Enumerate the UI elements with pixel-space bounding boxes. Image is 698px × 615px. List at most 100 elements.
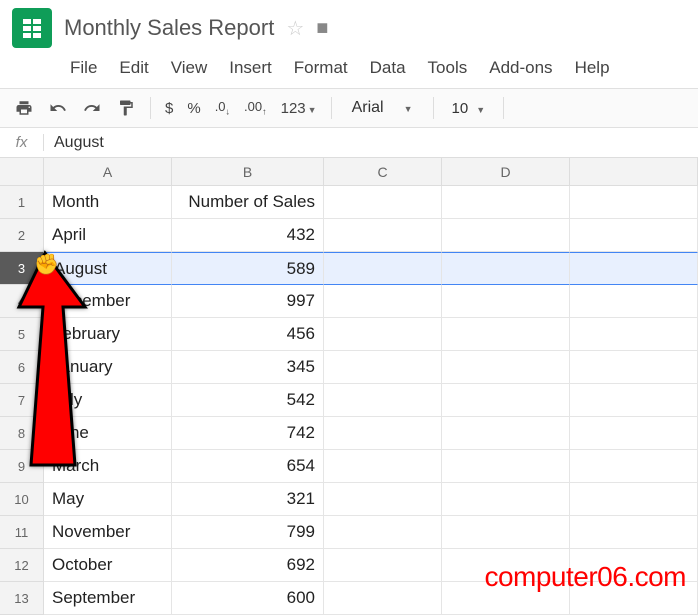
- cell[interactable]: November: [44, 516, 172, 549]
- cell[interactable]: [324, 417, 442, 450]
- cell[interactable]: [324, 582, 442, 615]
- cell[interactable]: [442, 186, 570, 219]
- cell[interactable]: [570, 252, 698, 285]
- star-icon[interactable]: ☆: [286, 16, 304, 41]
- cell[interactable]: 997: [172, 285, 324, 318]
- menu-file[interactable]: File: [70, 58, 97, 78]
- cell[interactable]: [324, 219, 442, 252]
- cell[interactable]: 432: [172, 219, 324, 252]
- cell[interactable]: [570, 384, 698, 417]
- cell[interactable]: [324, 186, 442, 219]
- column-header-[interactable]: [570, 158, 698, 186]
- cell[interactable]: [442, 351, 570, 384]
- cell[interactable]: 692: [172, 549, 324, 582]
- column-header-A[interactable]: A: [44, 158, 172, 186]
- cell[interactable]: [442, 450, 570, 483]
- cell[interactable]: [442, 384, 570, 417]
- row-header-6[interactable]: 6: [0, 351, 44, 384]
- menu-data[interactable]: Data: [370, 58, 406, 78]
- cell[interactable]: 345: [172, 351, 324, 384]
- cell[interactable]: [324, 351, 442, 384]
- cell[interactable]: [442, 516, 570, 549]
- row-header-12[interactable]: 12: [0, 549, 44, 582]
- row-header-13[interactable]: 13: [0, 582, 44, 615]
- cell[interactable]: Month: [44, 186, 172, 219]
- cell[interactable]: [324, 516, 442, 549]
- redo-icon[interactable]: [82, 98, 102, 118]
- number-format-button[interactable]: 123▼: [281, 100, 317, 117]
- cell[interactable]: January: [44, 351, 172, 384]
- menu-addons[interactable]: Add-ons: [489, 58, 552, 78]
- cell[interactable]: [570, 351, 698, 384]
- cell[interactable]: [324, 285, 442, 318]
- cell[interactable]: December: [44, 285, 172, 318]
- row-header-10[interactable]: 10: [0, 483, 44, 516]
- row-header-9[interactable]: 9: [0, 450, 44, 483]
- cell[interactable]: 542: [172, 384, 324, 417]
- cell[interactable]: 742: [172, 417, 324, 450]
- menu-tools[interactable]: Tools: [428, 58, 468, 78]
- print-icon[interactable]: [14, 98, 34, 118]
- cell[interactable]: [442, 219, 570, 252]
- cell[interactable]: Number of Sales: [172, 186, 324, 219]
- cell[interactable]: October: [44, 549, 172, 582]
- cell[interactable]: 799: [172, 516, 324, 549]
- currency-button[interactable]: $: [165, 100, 173, 117]
- menu-insert[interactable]: Insert: [229, 58, 272, 78]
- cell[interactable]: [442, 252, 570, 285]
- cell[interactable]: September: [44, 582, 172, 615]
- font-size-selector[interactable]: 10▼: [448, 100, 490, 117]
- row-header-2[interactable]: 2: [0, 219, 44, 252]
- cell[interactable]: [324, 483, 442, 516]
- column-header-D[interactable]: D: [442, 158, 570, 186]
- menu-edit[interactable]: Edit: [119, 58, 148, 78]
- cell[interactable]: [570, 450, 698, 483]
- cell[interactable]: [324, 384, 442, 417]
- cell[interactable]: 321: [172, 483, 324, 516]
- font-selector[interactable]: Arial▼: [346, 99, 419, 117]
- cell[interactable]: 654: [172, 450, 324, 483]
- menu-view[interactable]: View: [171, 58, 208, 78]
- row-header-7[interactable]: 7: [0, 384, 44, 417]
- decrease-decimals-button[interactable]: .0↓: [215, 99, 230, 117]
- cell[interactable]: 456: [172, 318, 324, 351]
- cell[interactable]: [442, 285, 570, 318]
- cell[interactable]: 589: [172, 252, 324, 285]
- undo-icon[interactable]: [48, 98, 68, 118]
- cell[interactable]: July: [44, 384, 172, 417]
- cell[interactable]: [324, 318, 442, 351]
- cell[interactable]: [570, 516, 698, 549]
- row-header-1[interactable]: 1: [0, 186, 44, 219]
- cell[interactable]: [570, 318, 698, 351]
- cell[interactable]: August: [44, 252, 172, 285]
- column-header-C[interactable]: C: [324, 158, 442, 186]
- increase-decimals-button[interactable]: .00↑: [244, 99, 267, 117]
- cell[interactable]: [324, 450, 442, 483]
- cell[interactable]: [442, 318, 570, 351]
- cell[interactable]: May: [44, 483, 172, 516]
- cell[interactable]: February: [44, 318, 172, 351]
- row-header-3[interactable]: 3: [0, 252, 44, 285]
- column-header-B[interactable]: B: [172, 158, 324, 186]
- row-header-5[interactable]: 5: [0, 318, 44, 351]
- cell[interactable]: April: [44, 219, 172, 252]
- cell[interactable]: [570, 219, 698, 252]
- fx-input[interactable]: August: [44, 134, 104, 152]
- row-header-4[interactable]: 4: [0, 285, 44, 318]
- cell[interactable]: [442, 417, 570, 450]
- cell[interactable]: 600: [172, 582, 324, 615]
- spreadsheet-grid[interactable]: ABCD 1MonthNumber of Sales 2April432 3Augus…: [0, 158, 698, 615]
- cell[interactable]: [442, 483, 570, 516]
- folder-icon[interactable]: ■: [316, 17, 328, 40]
- menu-format[interactable]: Format: [294, 58, 348, 78]
- paint-format-icon[interactable]: [116, 98, 136, 118]
- cell[interactable]: [570, 285, 698, 318]
- cell[interactable]: March: [44, 450, 172, 483]
- select-all-corner[interactable]: [0, 158, 44, 186]
- doc-title[interactable]: Monthly Sales Report: [64, 15, 274, 41]
- cell[interactable]: [570, 483, 698, 516]
- cell[interactable]: June: [44, 417, 172, 450]
- row-header-11[interactable]: 11: [0, 516, 44, 549]
- cell[interactable]: [324, 252, 442, 285]
- cell[interactable]: [570, 417, 698, 450]
